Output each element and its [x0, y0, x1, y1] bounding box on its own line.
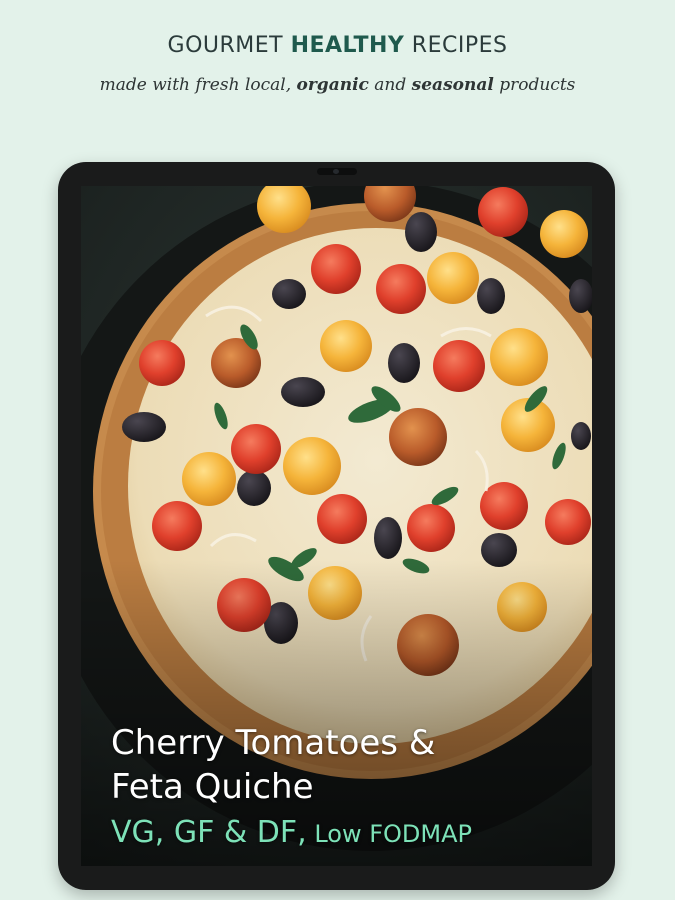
- recipe-title-line1: Cherry Tomatoes &: [111, 723, 436, 763]
- diet-tags-fodmap: Low FODMAP: [306, 820, 472, 848]
- tablet-screen: Cherry Tomatoes & Feta Quiche VG, GF & D…: [81, 186, 592, 866]
- tablet-device: Cherry Tomatoes & Feta Quiche VG, GF & D…: [58, 162, 615, 890]
- header: GOURMET HEALTHY RECIPES made with fresh …: [0, 0, 675, 150]
- subheadline-text: and: [368, 75, 412, 95]
- subheadline-text: made with fresh local,: [99, 75, 297, 95]
- headline-text: GOURMET: [167, 33, 291, 58]
- headline: GOURMET HEALTHY RECIPES: [0, 33, 675, 58]
- diet-tags: VG, GF & DF, Low FODMAP: [111, 815, 572, 850]
- recipe-caption: Cherry Tomatoes & Feta Quiche VG, GF & D…: [111, 721, 572, 850]
- recipe-title: Cherry Tomatoes & Feta Quiche: [111, 721, 572, 809]
- diet-tags-main: VG, GF & DF,: [111, 815, 307, 850]
- subheadline-bold-organic: organic: [296, 75, 369, 95]
- recipe-title-line2: Feta Quiche: [111, 767, 314, 807]
- headline-text-end: RECIPES: [404, 33, 508, 58]
- subheadline: made with fresh local, organic and seaso…: [0, 75, 675, 95]
- headline-bold: HEALTHY: [290, 33, 405, 58]
- subheadline-bold-seasonal: seasonal: [411, 75, 494, 95]
- subheadline-text: products: [493, 75, 576, 95]
- camera-icon: [316, 168, 357, 175]
